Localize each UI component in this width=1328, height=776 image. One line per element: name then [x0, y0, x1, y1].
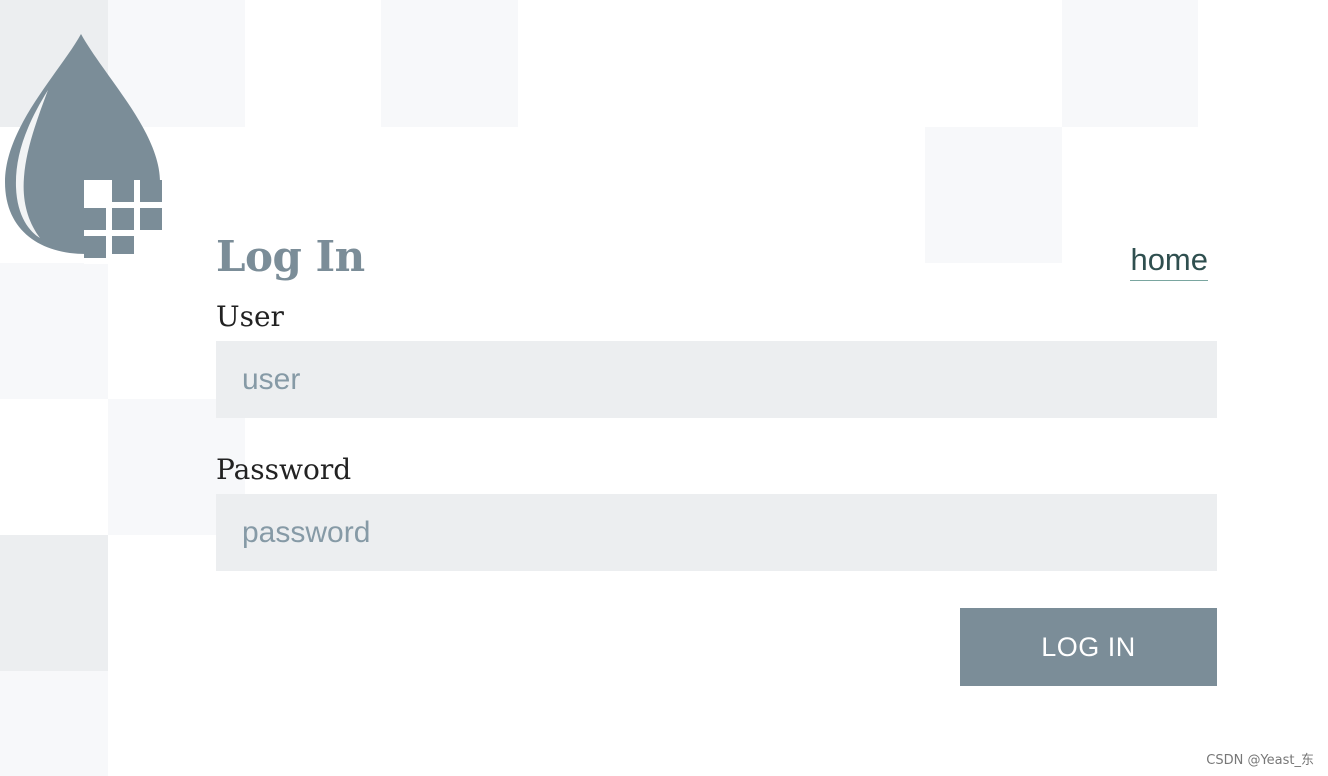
background-tile	[0, 535, 108, 671]
login-button[interactable]: LOG IN	[960, 608, 1217, 686]
login-header: Log In home	[216, 232, 1218, 286]
home-link[interactable]: home	[1130, 242, 1208, 281]
background-tile	[381, 0, 518, 127]
nifi-drop-icon	[5, 34, 168, 264]
background-tile	[1062, 0, 1198, 127]
page-title: Log In	[216, 232, 365, 281]
watermark-text: CSDN @Yeast_东	[1206, 753, 1314, 768]
background-tile	[0, 263, 108, 399]
login-page: Log In home User Password LOG IN CSDN @Y…	[0, 0, 1328, 776]
user-input[interactable]	[216, 341, 1217, 418]
password-input[interactable]	[216, 494, 1217, 571]
password-label: Password	[216, 453, 352, 486]
background-tile	[0, 671, 108, 776]
user-label: User	[216, 300, 284, 333]
